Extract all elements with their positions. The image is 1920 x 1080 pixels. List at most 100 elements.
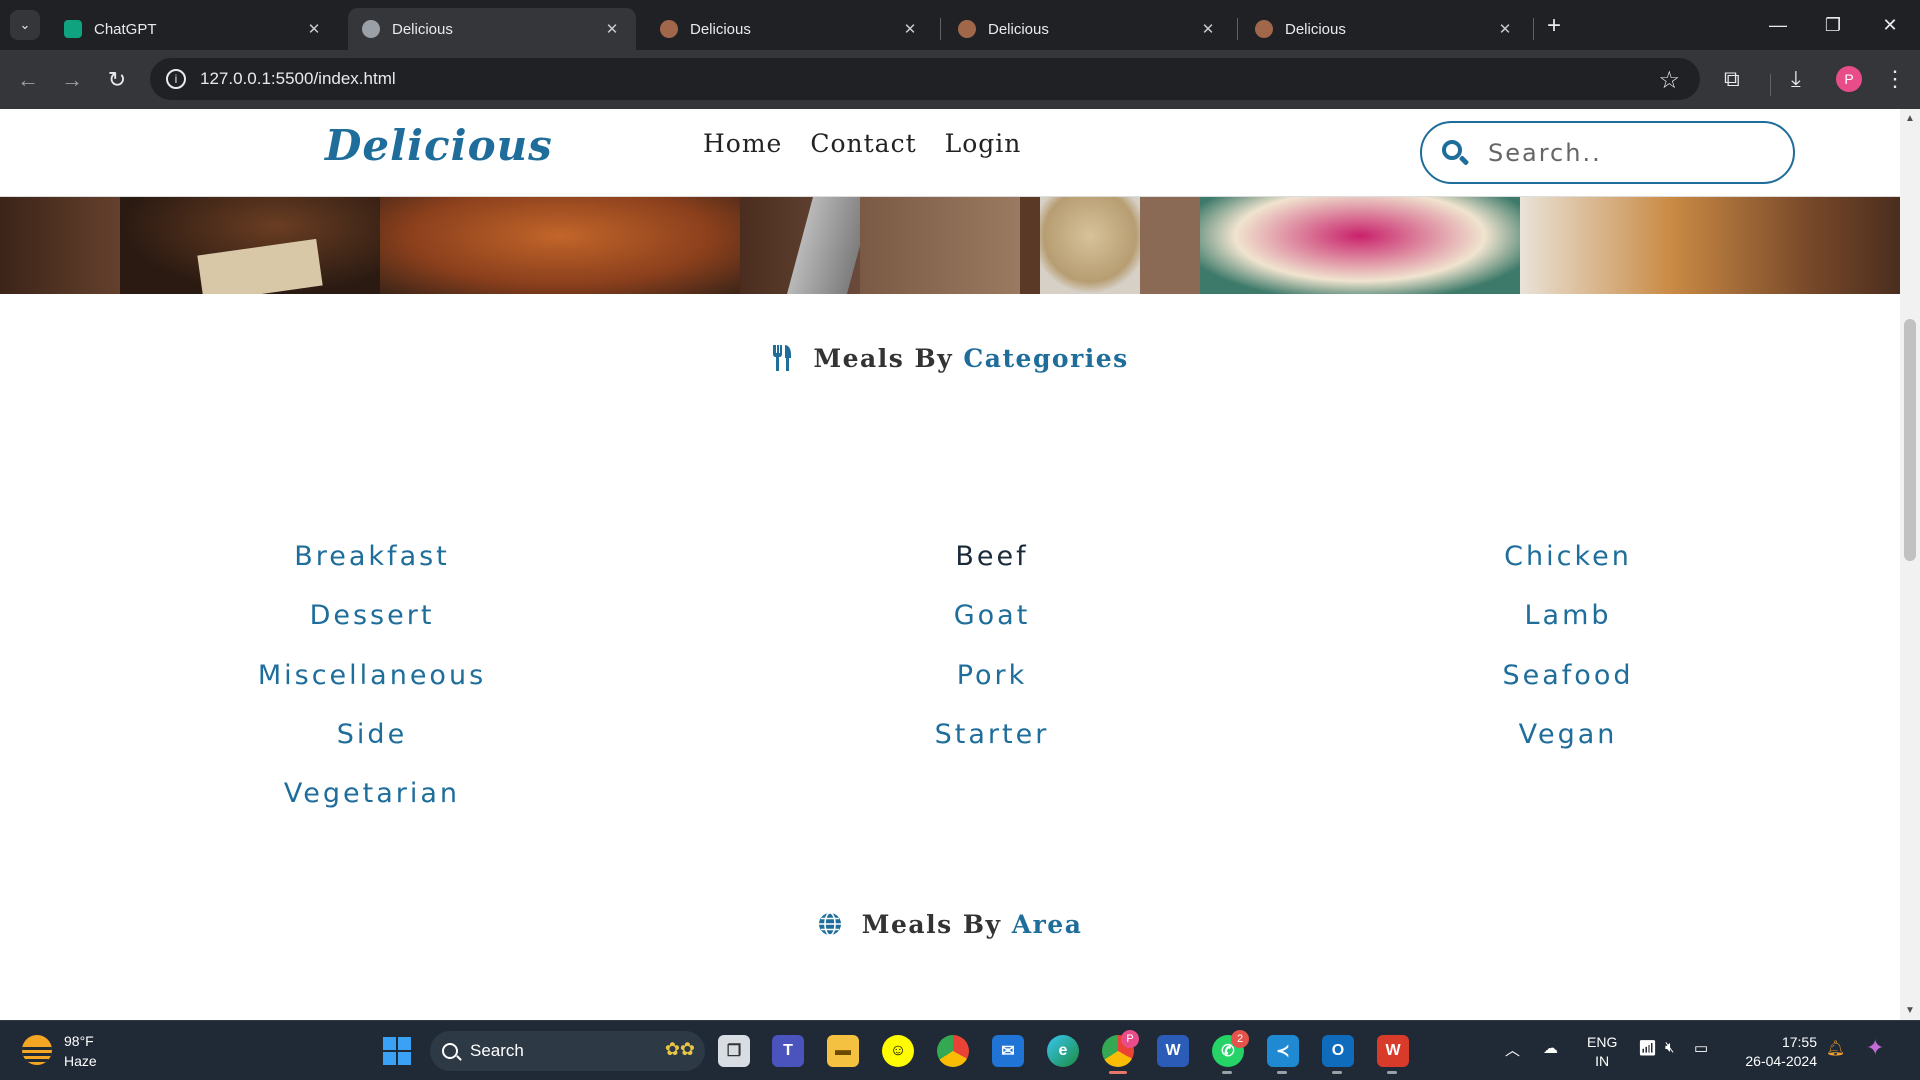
url-text[interactable]: 127.0.0.1:5500/index.html	[200, 69, 396, 89]
mail-icon[interactable]: ✉	[992, 1035, 1024, 1067]
app-indicator	[1222, 1071, 1232, 1074]
onedrive-cloud-icon[interactable]: ☁	[1543, 1039, 1558, 1057]
show-hidden-icons-chevron-icon[interactable]: ︿	[1505, 1039, 1520, 1060]
app-indicator	[1277, 1071, 1287, 1074]
address-bar[interactable]: i 127.0.0.1:5500/index.html ☆	[150, 58, 1700, 100]
outlook-icon[interactable]: O	[1322, 1035, 1354, 1067]
extensions-icon[interactable]: ⧉	[1724, 66, 1740, 92]
search-input[interactable]	[1488, 138, 1768, 167]
vscode-icon[interactable]: ≺	[1267, 1035, 1299, 1067]
close-window-button[interactable]: ✕	[1870, 10, 1910, 40]
page-scrollbar[interactable]: ▲ ▼	[1900, 109, 1920, 1020]
close-icon[interactable]: ✕	[900, 20, 920, 38]
site-search-box[interactable]	[1420, 121, 1795, 184]
browser-toolbar: ← → ↻ i 127.0.0.1:5500/index.html ☆ ⧉ ⤓ …	[0, 50, 1920, 109]
tab-search-button[interactable]: ⌄	[10, 10, 40, 40]
close-icon[interactable]: ✕	[1198, 20, 1218, 38]
taskbar-search-label: Search	[470, 1041, 524, 1060]
download-icon[interactable]: ⤓	[1791, 66, 1801, 92]
tab-separator	[1237, 18, 1238, 40]
volume-muted-icon[interactable]: 🔇︎	[1665, 1039, 1674, 1056]
area-section-title: Meals By Area	[0, 910, 1900, 942]
close-icon[interactable]: ✕	[304, 20, 324, 38]
food-favicon	[1255, 20, 1273, 38]
battery-icon[interactable]: ▭	[1694, 1039, 1708, 1057]
teams-icon[interactable]: T	[772, 1035, 804, 1067]
category-link-lamb[interactable]: Lamb	[1368, 600, 1768, 631]
app-indicator	[1332, 1071, 1342, 1074]
tab-label: Delicious	[690, 20, 751, 38]
nav-contact-link[interactable]: Contact	[810, 129, 916, 158]
site-logo[interactable]: Delicious	[325, 121, 553, 170]
restore-button[interactable]: ❐	[1813, 10, 1853, 40]
site-info-icon[interactable]: i	[166, 69, 186, 89]
tab-label: ChatGPT	[94, 20, 157, 38]
new-tab-button[interactable]: +	[1540, 12, 1568, 40]
browser-tab-bar: ⌄ ChatGPT ✕ Delicious ✕ Delicious ✕ Deli…	[0, 0, 1920, 50]
category-link-vegan[interactable]: Vegan	[1368, 719, 1768, 750]
utensils-icon	[771, 344, 793, 377]
windows-start-button[interactable]	[383, 1037, 411, 1065]
back-button[interactable]: ←	[12, 64, 44, 96]
category-link-goat[interactable]: Goat	[792, 600, 1192, 631]
edge-icon[interactable]: e	[1047, 1035, 1079, 1067]
page-viewport: Delicious Home Contact Login Meals By Ca…	[0, 109, 1900, 1020]
scroll-down-arrow-icon[interactable]: ▼	[1904, 1005, 1916, 1016]
chrome-profile-icon[interactable]	[937, 1035, 969, 1067]
scrollbar-thumb[interactable]	[1904, 319, 1916, 561]
tab-chatgpt[interactable]: ChatGPT ✕	[50, 8, 338, 50]
site-nav: Home Contact Login	[703, 129, 1021, 158]
nav-home-link[interactable]: Home	[703, 129, 782, 158]
menu-kebab-icon[interactable]: ⋮	[1884, 66, 1906, 92]
category-link-dessert[interactable]: Dessert	[172, 600, 572, 631]
category-link-starter[interactable]: Starter	[792, 719, 1192, 750]
taskbar-search[interactable]: Search ✿✿	[430, 1031, 705, 1071]
category-link-vegetarian[interactable]: Vegetarian	[172, 778, 572, 809]
tab-separator	[940, 18, 941, 40]
category-link-miscellaneous[interactable]: Miscellaneous	[172, 660, 572, 691]
minimize-button[interactable]: —	[1758, 10, 1798, 40]
tab-delicious[interactable]: Delicious ✕	[944, 8, 1232, 50]
category-link-chicken[interactable]: Chicken	[1368, 541, 1768, 572]
search-icon	[1440, 138, 1470, 168]
globe-icon	[818, 911, 842, 942]
tab-delicious[interactable]: Delicious ✕	[1241, 8, 1529, 50]
tab-delicious[interactable]: Delicious ✕	[646, 8, 934, 50]
wps-office-icon[interactable]: W	[1377, 1035, 1409, 1067]
category-link-seafood[interactable]: Seafood	[1368, 660, 1768, 691]
food-favicon	[660, 20, 678, 38]
close-icon[interactable]: ✕	[602, 20, 622, 38]
tab-delicious-active[interactable]: Delicious ✕	[348, 8, 636, 50]
scroll-up-arrow-icon[interactable]: ▲	[1904, 113, 1916, 124]
clock-time: 17:55	[1781, 1034, 1817, 1050]
tab-separator	[1533, 18, 1534, 40]
bookmark-star-icon[interactable]: ☆	[1658, 66, 1680, 95]
system-clock[interactable]: 17:55 26-04-2024	[1737, 1033, 1817, 1071]
category-link-breakfast[interactable]: Breakfast	[172, 541, 572, 572]
weather-temperature[interactable]: 98°F	[64, 1033, 94, 1049]
tab-label: Delicious	[1285, 20, 1346, 38]
copilot-icon[interactable]: ✦	[1866, 1035, 1884, 1061]
wifi-icon[interactable]: 📶︎	[1638, 1039, 1657, 1057]
reload-button[interactable]: ↻	[101, 64, 133, 96]
language-indicator[interactable]: ENG IN	[1587, 1033, 1617, 1071]
search-icon	[442, 1043, 458, 1059]
weather-haze-icon[interactable]	[22, 1035, 52, 1065]
nav-login-link[interactable]: Login	[945, 129, 1022, 158]
category-link-beef[interactable]: Beef	[792, 541, 1192, 572]
search-highlight-icon: ✿✿	[664, 1039, 695, 1059]
profile-avatar[interactable]: P	[1836, 66, 1862, 92]
forward-button[interactable]: →	[56, 64, 88, 96]
category-link-pork[interactable]: Pork	[792, 660, 1192, 691]
file-explorer-icon[interactable]: ▬	[827, 1035, 859, 1067]
category-link-side[interactable]: Side	[172, 719, 572, 750]
clock-date: 26-04-2024	[1745, 1053, 1817, 1069]
weather-description[interactable]: Haze	[64, 1053, 97, 1069]
word-icon[interactable]: W	[1157, 1035, 1189, 1067]
snapchat-icon[interactable]: ☺	[882, 1035, 914, 1067]
region-code: IN	[1595, 1053, 1610, 1069]
notification-bell-icon[interactable]: 🔔︎	[1826, 1039, 1845, 1057]
language-code: ENG	[1587, 1034, 1618, 1050]
task-view-icon[interactable]: ❐	[718, 1035, 750, 1067]
close-icon[interactable]: ✕	[1495, 20, 1515, 38]
